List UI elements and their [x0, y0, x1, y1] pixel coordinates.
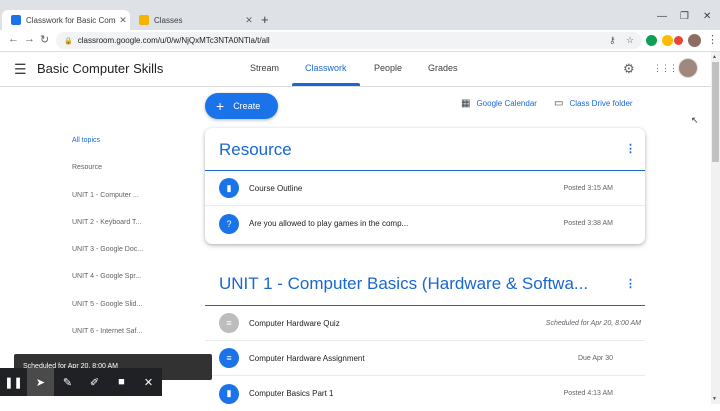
- profile-avatar[interactable]: [688, 34, 701, 47]
- tab-title: Classwork for Basic Computer Sk: [26, 15, 116, 25]
- apps-grid-icon[interactable]: ⋮⋮⋮: [653, 63, 678, 74]
- close-icon[interactable]: ✕: [135, 368, 162, 396]
- list-item[interactable]: ≡ Computer Hardware Assignment Due Apr 3…: [205, 341, 645, 376]
- item-title: Are you allowed to play games in the com…: [249, 219, 409, 228]
- item-date: Posted 4:13 AM: [563, 390, 613, 397]
- google-calendar-link[interactable]: ▦ Google Calendar: [461, 98, 537, 109]
- pointer-icon[interactable]: ➤: [27, 368, 54, 396]
- browser-menu-icon[interactable]: ⋮: [707, 33, 718, 46]
- browser-tab-classes[interactable]: Classes ✕: [130, 10, 256, 30]
- active-tab-indicator: [292, 83, 360, 86]
- topic-title[interactable]: UNIT 1 - Computer Basics (Hardware & Sof…: [219, 274, 588, 294]
- item-title: Course Outline: [249, 183, 303, 193]
- google-calendar-label: Google Calendar: [476, 99, 537, 108]
- item-date: Due Apr 30: [577, 354, 613, 362]
- list-item[interactable]: ≡ Computer Hardware Quiz Scheduled for A…: [205, 306, 645, 341]
- extension-icon[interactable]: [662, 35, 673, 46]
- topic-card-resource: Resource ⋮ ▮ Course Outline Posted 3:15 …: [205, 128, 645, 244]
- new-tab-button[interactable]: +: [261, 12, 269, 27]
- sidebar-item-all-topics[interactable]: All topics: [72, 137, 100, 144]
- browser-tab-classwork[interactable]: Classwork for Basic Computer Sk ✕: [2, 10, 130, 30]
- pause-icon[interactable]: ❚❚: [0, 368, 27, 396]
- sidebar-item-resource[interactable]: Resource: [72, 164, 102, 171]
- sidebar-item-unit-3[interactable]: UNIT 3 - Google Doc...: [72, 246, 143, 253]
- create-label: Create: [233, 101, 261, 111]
- material-icon: ▮: [219, 178, 239, 198]
- assignment-icon: ≡: [219, 348, 239, 368]
- minimize-icon[interactable]: —: [657, 11, 667, 22]
- item-title: Computer Hardware Quiz: [249, 318, 340, 328]
- settings-icon[interactable]: ⚙: [623, 61, 635, 77]
- item-date: Posted 3:38 AM: [563, 220, 613, 227]
- folder-icon: ▭: [554, 98, 564, 109]
- topic-section-unit-1: UNIT 1 - Computer Basics (Hardware & Sof…: [205, 268, 645, 404]
- item-title: Computer Basics Part 1: [249, 389, 334, 398]
- star-icon[interactable]: ☆: [626, 35, 634, 46]
- recorder-toolbar: ❚❚ ➤ ✎ ✐ ■ ✕: [0, 368, 162, 396]
- pen-icon[interactable]: ✎: [54, 368, 81, 396]
- tab-classwork[interactable]: Classwork: [305, 63, 347, 73]
- close-window-icon[interactable]: ✕: [703, 11, 711, 22]
- lock-icon: 🔒: [64, 37, 73, 45]
- extension-icon[interactable]: [646, 35, 657, 46]
- question-icon: ?: [219, 213, 239, 234]
- class-title[interactable]: Basic Computer Skills: [37, 61, 163, 76]
- url-text: classroom.google.com/u/0/w/NjQxMTc3NTA0N…: [77, 36, 270, 45]
- main-menu-icon[interactable]: ☰: [14, 61, 27, 78]
- plus-icon: +: [216, 98, 225, 114]
- more-options-icon[interactable]: ⋮: [625, 277, 636, 290]
- sidebar-item-unit-4[interactable]: UNIT 4 - Google Spr...: [72, 273, 141, 280]
- classroom-header: ☰ Basic Computer Skills Stream Classwork…: [0, 52, 720, 87]
- tab-grades[interactable]: Grades: [428, 63, 458, 73]
- calendar-icon: ▦: [461, 98, 471, 109]
- close-tab-icon[interactable]: ✕: [242, 15, 256, 26]
- browser-toolbar: ← → ↻ 🔒 classroom.google.com/u/0/w/NjQxM…: [0, 30, 720, 52]
- classroom-favicon-icon: [11, 15, 21, 25]
- account-avatar[interactable]: [678, 58, 698, 78]
- list-item[interactable]: ▮ Computer Basics Part 1 Posted 4:13 AM: [205, 376, 645, 411]
- item-date: Posted 3:15 AM: [563, 184, 613, 192]
- sidebar-item-unit-5[interactable]: UNIT 5 - Google Slid...: [72, 301, 142, 308]
- topic-title[interactable]: Resource: [219, 140, 292, 160]
- extension-icon[interactable]: [674, 36, 683, 45]
- reload-icon[interactable]: ↻: [40, 33, 49, 46]
- sidebar-item-unit-6[interactable]: UNIT 6 - Internet Saf...: [72, 328, 142, 335]
- close-tab-icon[interactable]: ✕: [116, 15, 130, 26]
- more-options-icon[interactable]: ⋮: [625, 142, 636, 155]
- key-icon[interactable]: ⚷: [609, 35, 616, 46]
- browser-tab-strip: Classwork for Basic Computer Sk ✕ Classe…: [0, 0, 720, 30]
- tab-stream[interactable]: Stream: [250, 63, 279, 73]
- mouse-cursor-icon: ↖: [691, 115, 699, 125]
- highlighter-icon[interactable]: ✐: [81, 368, 108, 396]
- class-drive-folder-label: Class Drive folder: [569, 99, 633, 108]
- tab-title: Classes: [154, 15, 183, 25]
- scroll-up-icon[interactable]: ▲: [712, 54, 717, 60]
- tab-people[interactable]: People: [374, 63, 402, 73]
- list-item[interactable]: ▮ Course Outline Posted 3:15 AM: [205, 171, 645, 206]
- sidebar-item-unit-1[interactable]: UNIT 1 - Computer ...: [72, 192, 139, 199]
- maximize-icon[interactable]: ❐: [680, 11, 689, 22]
- item-title: Computer Hardware Assignment: [249, 353, 365, 363]
- scroll-down-icon[interactable]: ▼: [712, 396, 717, 402]
- camera-icon[interactable]: ■: [108, 368, 135, 396]
- class-drive-folder-link[interactable]: ▭ Class Drive folder: [554, 98, 633, 109]
- create-button[interactable]: + Create: [205, 93, 278, 119]
- back-icon[interactable]: ←: [8, 33, 19, 45]
- sidebar-item-unit-2[interactable]: UNIT 2 - Keyboard T...: [72, 219, 141, 226]
- address-bar[interactable]: 🔒 classroom.google.com/u/0/w/NjQxMTc3NTA…: [56, 32, 642, 49]
- scrollbar-thumb[interactable]: [712, 62, 719, 162]
- forward-icon[interactable]: →: [24, 33, 35, 45]
- classroom-favicon-icon: [139, 15, 149, 25]
- item-date: Scheduled for Apr 20, 8:00 AM: [545, 319, 641, 327]
- material-icon: ▮: [219, 383, 239, 404]
- assignment-icon: ≡: [219, 313, 239, 333]
- list-item[interactable]: ? Are you allowed to play games in the c…: [205, 206, 645, 241]
